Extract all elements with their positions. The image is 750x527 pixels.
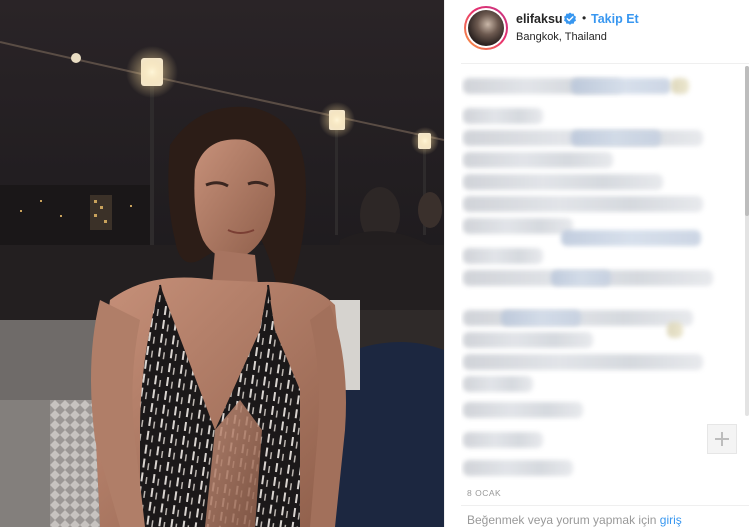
redacted-comment-line xyxy=(463,332,593,348)
avatar-image xyxy=(468,10,504,46)
redacted-comment-line xyxy=(463,354,703,370)
comments-list xyxy=(461,70,743,480)
redacted-comment-line xyxy=(571,130,661,146)
redacted-comment-line xyxy=(463,402,583,418)
post-sidebar: elifaksu • Takip Et Bangkok, Thailand 8 … xyxy=(444,0,750,527)
redacted-comment-line xyxy=(463,460,573,476)
redacted-comment-line xyxy=(551,270,611,286)
post-header: elifaksu • Takip Et Bangkok, Thailand xyxy=(445,0,750,62)
username-link[interactable]: elifaksu xyxy=(516,12,563,26)
follow-button[interactable]: Takip Et xyxy=(591,12,639,26)
footer-divider xyxy=(461,505,749,506)
redacted-comment-line xyxy=(463,196,703,212)
redacted-comment-line xyxy=(463,152,613,168)
redacted-comment-line xyxy=(561,230,701,246)
redacted-comment-line xyxy=(463,174,663,190)
location-link[interactable]: Bangkok, Thailand xyxy=(516,31,607,43)
redacted-comment-line xyxy=(463,218,573,234)
post-photo[interactable] xyxy=(0,0,444,527)
redacted-comment-line xyxy=(463,108,543,124)
redacted-comment-line xyxy=(501,310,581,326)
redacted-comment-line xyxy=(463,376,533,392)
redacted-comment-line xyxy=(671,78,689,94)
post-photo-image xyxy=(0,0,444,527)
redacted-comment-line xyxy=(667,322,683,338)
redacted-comment-line xyxy=(571,78,671,94)
post-date: 8 OCAK xyxy=(467,488,502,498)
avatar[interactable] xyxy=(466,8,506,48)
login-link[interactable]: giriş xyxy=(660,513,682,527)
header-divider xyxy=(461,63,749,64)
login-prompt-text: Beğenmek veya yorum yapmak için xyxy=(467,513,657,527)
header-separator: • xyxy=(582,11,587,25)
redacted-comment-line xyxy=(463,248,543,264)
story-ring[interactable] xyxy=(464,6,508,50)
login-prompt: Beğenmek veya yorum yapmak için giriş xyxy=(467,513,682,527)
plus-icon[interactable] xyxy=(707,424,737,454)
redacted-comment-line xyxy=(463,432,543,448)
comments-scrollbar-thumb[interactable] xyxy=(745,66,749,216)
verified-badge-icon xyxy=(564,12,576,25)
